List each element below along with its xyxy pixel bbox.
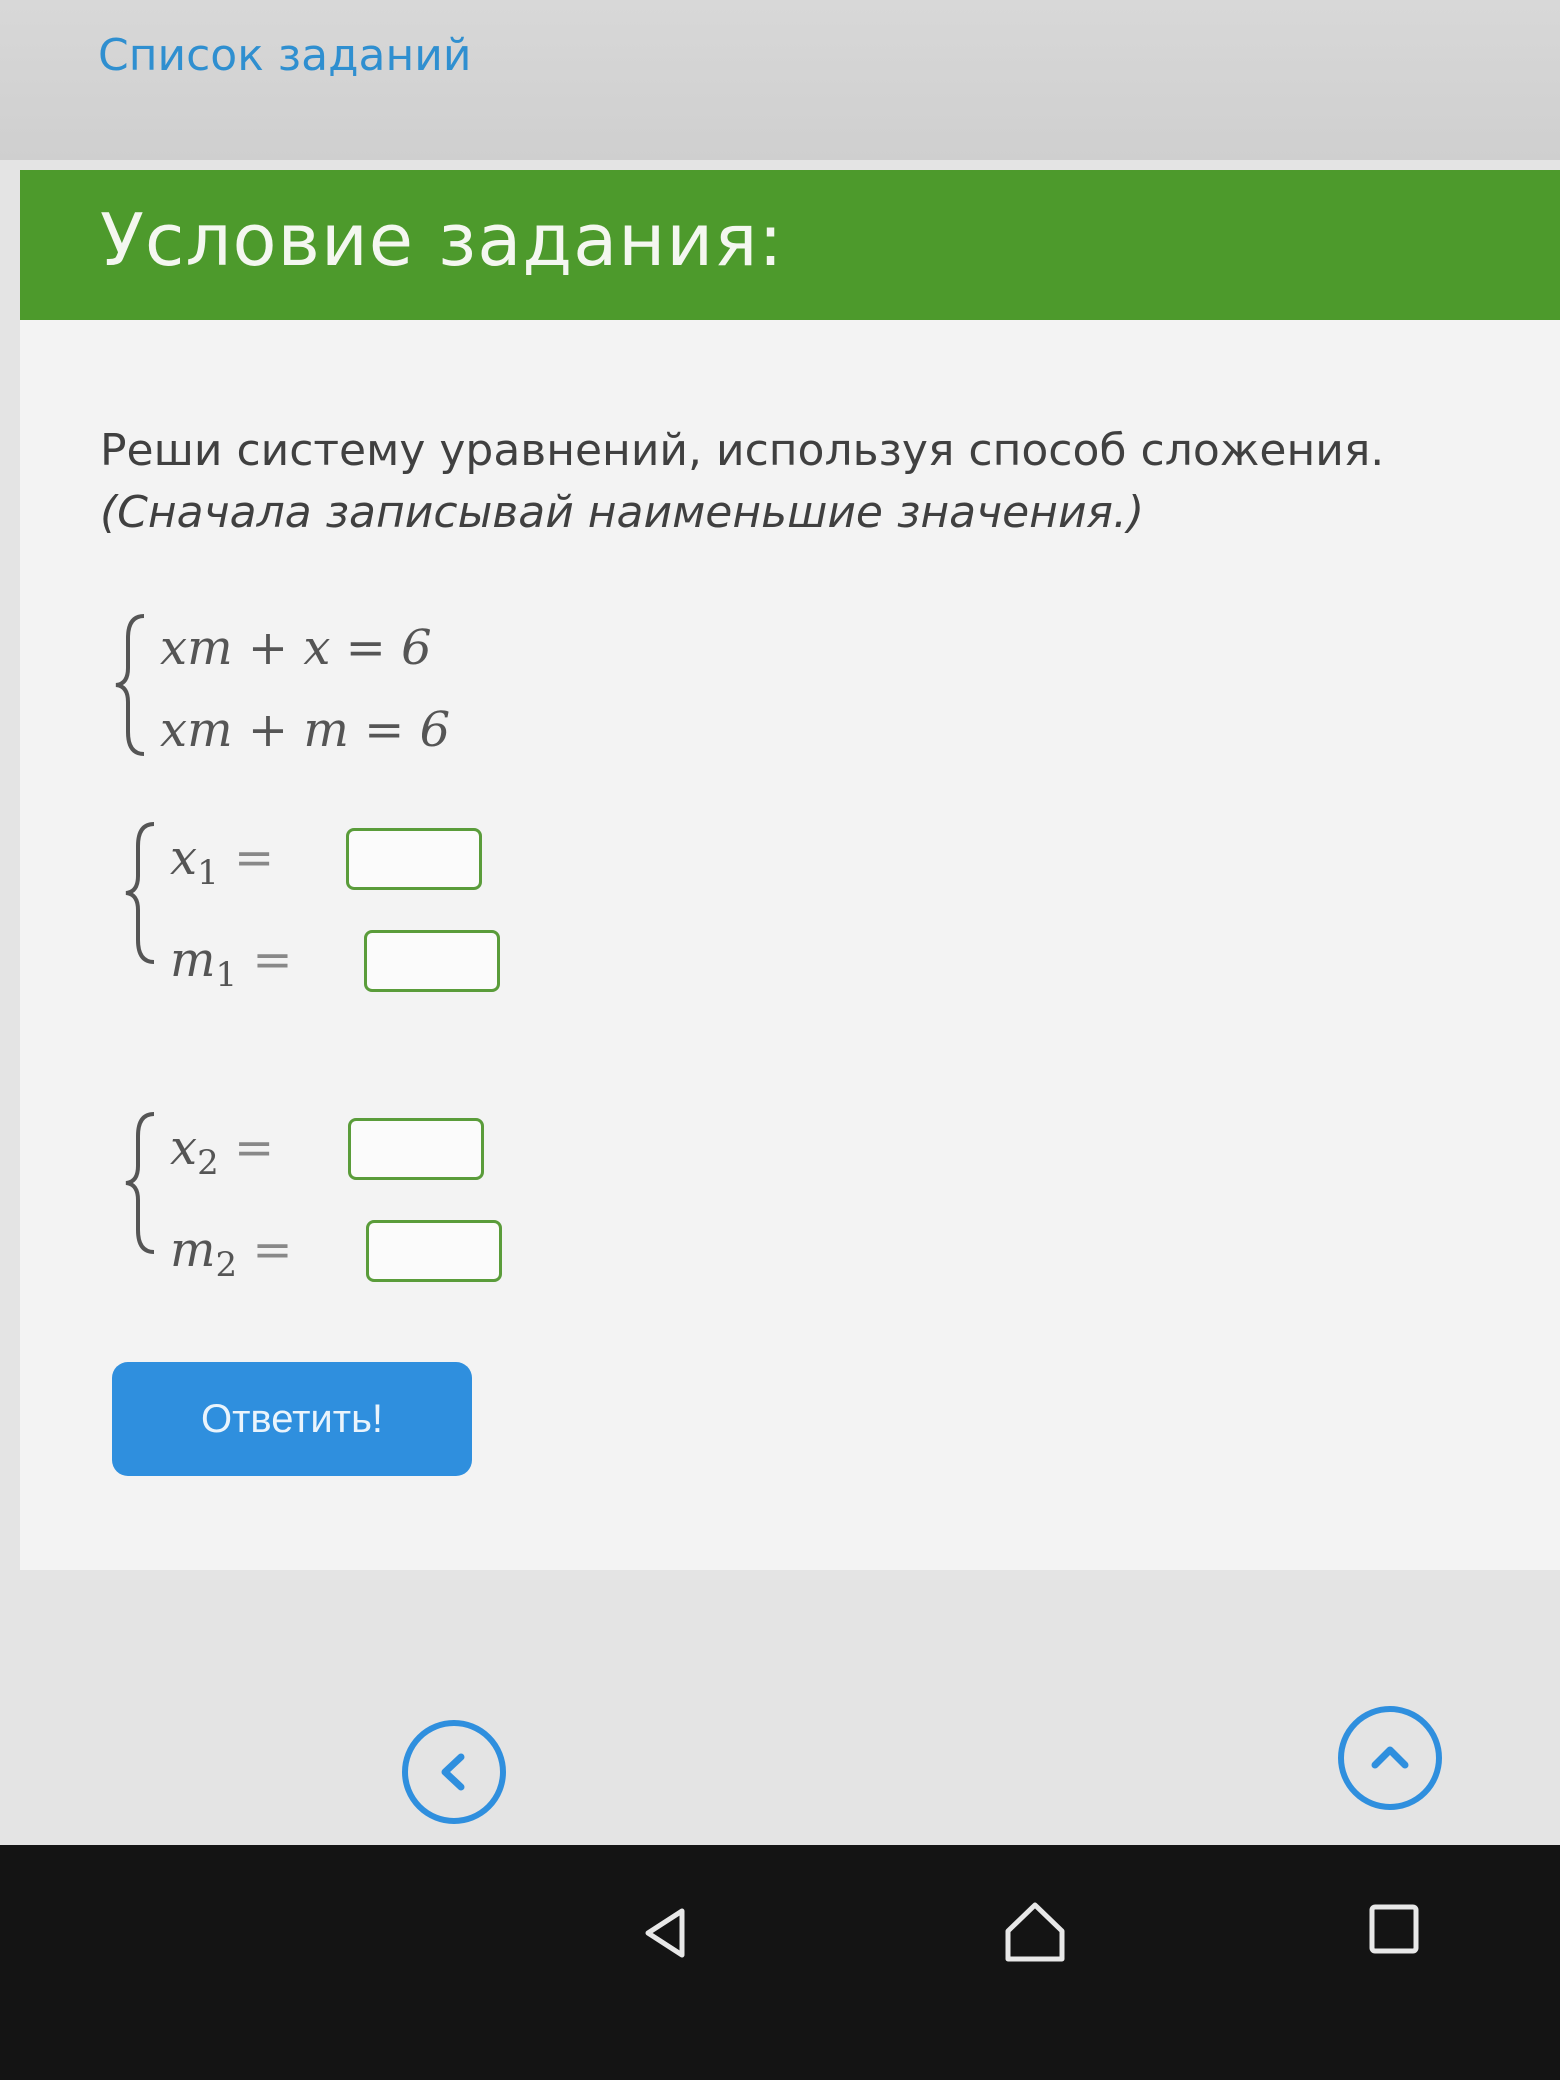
- chevron-left-icon: [441, 1753, 465, 1791]
- top-bar: Список заданий: [0, 0, 1560, 160]
- equation-1: xm + x = 6: [160, 620, 432, 676]
- m1-input[interactable]: [364, 930, 500, 992]
- task-instruction: Реши систему уравнений, используя способ…: [100, 420, 1460, 544]
- android-nav-bar: [0, 1845, 1560, 2080]
- x1-label: x1 =: [170, 830, 275, 893]
- equation-system: xm + x = 6 xm + m = 6: [110, 610, 610, 780]
- m2-label: m2 =: [170, 1222, 293, 1285]
- m2-input[interactable]: [366, 1220, 502, 1282]
- chevron-up-icon: [1371, 1746, 1409, 1769]
- back-button[interactable]: [402, 1720, 506, 1824]
- instruction-line-2: (Сначала записывай наименьшие значения.): [100, 487, 1145, 538]
- left-brace-icon: [125, 822, 155, 964]
- x2-input[interactable]: [348, 1118, 484, 1180]
- task-list-link[interactable]: Список заданий: [98, 30, 471, 81]
- instruction-line-1: Реши систему уравнений, используя способ…: [100, 425, 1385, 476]
- task-title: Условие задания:: [100, 198, 784, 282]
- scroll-top-button[interactable]: [1338, 1706, 1442, 1810]
- task-card: Условие задания: Реши систему уравнений,…: [20, 170, 1560, 1570]
- m1-label: m1 =: [170, 932, 293, 995]
- answer-system-2: x2 = m2 =: [120, 1108, 540, 1285]
- left-brace-icon: [115, 614, 145, 756]
- home-icon[interactable]: [1000, 1897, 1070, 1967]
- submit-button[interactable]: Ответить!: [112, 1362, 472, 1476]
- x1-input[interactable]: [346, 828, 482, 890]
- x2-label: x2 =: [170, 1120, 275, 1183]
- left-brace-icon: [125, 1112, 155, 1254]
- equation-2: xm + m = 6: [160, 702, 451, 758]
- task-header: Условие задания:: [20, 170, 1560, 320]
- triangle-back-icon[interactable]: [636, 1903, 696, 1963]
- answer-system-1: x1 = m1 =: [120, 818, 540, 995]
- square-recents-icon[interactable]: [1366, 1901, 1422, 1957]
